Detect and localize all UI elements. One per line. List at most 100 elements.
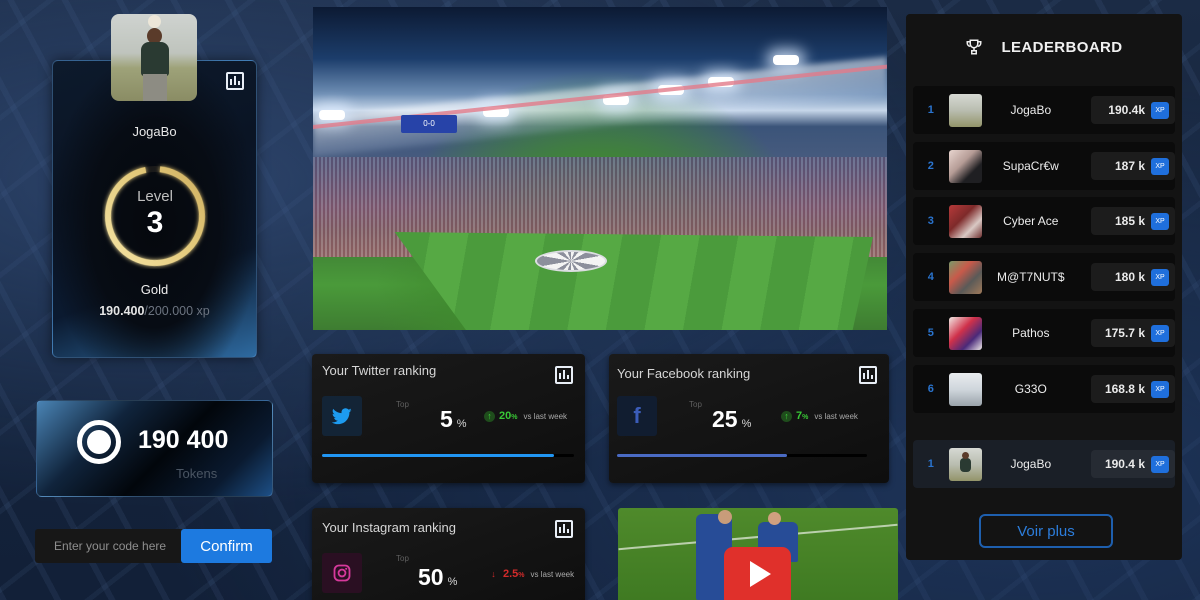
ranking-unit: % (456, 418, 467, 430)
player-head (718, 510, 732, 524)
ranking-title: Your Instagram ranking (322, 520, 456, 535)
leaderboard-row[interactable]: 1 JogaBo 190.4k XP (913, 86, 1175, 134)
arrow-up-icon: ↑ (484, 410, 495, 422)
ranking-progress-track (322, 454, 574, 457)
leaderboard-row[interactable]: 6 G33O 168.8 k XP (913, 365, 1175, 413)
twitter-icon (322, 396, 362, 436)
token-coin-icon (77, 420, 121, 464)
leaderboard-rank: 1 (927, 458, 934, 470)
leaderboard-current-user-row[interactable]: 1 JogaBo 190.4 k XP (913, 440, 1175, 488)
leaderboard-avatar (948, 372, 982, 406)
xp-badge: XP (1151, 268, 1169, 286)
xp-badge: XP (1151, 212, 1169, 230)
level-value: 3 (146, 206, 164, 239)
level-label: Level (137, 188, 173, 205)
xp-badge: XP (1151, 380, 1169, 398)
ranking-progress-fill (617, 454, 787, 457)
arrow-up-icon: ↑ (781, 410, 792, 422)
ranking-number: 25 (712, 406, 738, 432)
leaderboard-row[interactable]: 3 Cyber Ace 185 k XP (913, 197, 1175, 245)
floodlight (773, 55, 799, 65)
tokens-value: 190 400 (138, 426, 229, 454)
leaderboard-score-box: 190.4k XP (1091, 96, 1175, 124)
leaderboard-name: JogaBo (1010, 457, 1052, 471)
leaderboard-score: 168.8 k (1104, 382, 1145, 396)
ranking-number: 50 (418, 564, 444, 590)
ranking-delta: ↑ 20% vs last week (484, 410, 567, 422)
centre-circle-logo (535, 250, 607, 272)
delta-unit: % (518, 572, 525, 579)
xp-current: 190.400 (99, 304, 145, 318)
leaderboard-score: 190.4k (1108, 103, 1145, 117)
bar-chart-icon[interactable] (555, 520, 573, 538)
leaderboard-rank: 4 (927, 271, 934, 283)
ranking-number: 5 (440, 406, 453, 432)
twitter-ranking-card: Your Twitter ranking Top 5% ↑ 20% vs las… (312, 354, 585, 483)
facebook-icon: f (617, 396, 657, 436)
confirm-button[interactable]: Confirm (181, 529, 272, 563)
ranking-progress-track (617, 454, 867, 457)
xp-progress-text: 190.400/200.000 xp (52, 304, 257, 318)
leaderboard-score-box: 185 k XP (1091, 207, 1175, 235)
avatar-photo-legs (143, 74, 167, 101)
leaderboard-score-box: 168.8 k XP (1091, 375, 1175, 403)
leaderboard-rank: 3 (927, 215, 934, 227)
avatar-photo-body (141, 42, 169, 76)
delta-value: 7% (796, 410, 808, 422)
delta-value: 2.5% (503, 568, 525, 580)
instagram-icon (322, 553, 362, 593)
xp-total: /200.000 xp (144, 304, 210, 318)
leaderboard-avatar (948, 260, 982, 294)
tokens-label: Tokens (176, 466, 218, 481)
floodlight (319, 110, 345, 120)
delta-unit: % (511, 414, 518, 421)
stadium-scoreboard: 0-0 (401, 115, 457, 133)
leaderboard-row[interactable]: 2 SupaCr€w 187 k XP (913, 142, 1175, 190)
bar-chart-icon[interactable] (859, 366, 877, 384)
leaderboard-rank: 6 (927, 383, 934, 395)
stadium-roof (313, 56, 887, 158)
delta-value: 20% (499, 410, 517, 422)
leaderboard-name: M@T7NUT$ (997, 270, 1065, 284)
bar-chart-icon[interactable] (555, 366, 573, 384)
leaderboard-row[interactable]: 5 Pathos 175.7 k XP (913, 309, 1175, 357)
leaderboard-rank: 5 (927, 327, 934, 339)
see-more-button[interactable]: Voir plus (979, 514, 1113, 548)
leaderboard-avatar (948, 93, 982, 127)
play-video-button[interactable] (724, 547, 791, 600)
ranking-delta: ↓ 2.5% vs last week (488, 568, 574, 580)
ranking-title: Your Facebook ranking (617, 366, 751, 381)
xp-badge: XP (1151, 101, 1169, 119)
leaderboard-name: JogaBo (1010, 103, 1052, 117)
leaderboard-score-box: 190.4 k XP (1091, 450, 1175, 478)
facebook-ranking-card: Your Facebook ranking f Top 25% ↑ 7% vs … (609, 354, 889, 483)
code-input[interactable] (35, 529, 187, 563)
delta-number: 2.5 (503, 568, 519, 580)
delta-caption: vs last week (530, 569, 575, 579)
player-head (768, 512, 781, 525)
leaderboard-rank: 1 (927, 104, 934, 116)
arrow-down-icon: ↓ (491, 568, 496, 579)
leaderboard-name: Pathos (1012, 326, 1050, 340)
leaderboard-avatar (948, 316, 982, 350)
top-label: Top (396, 554, 409, 563)
ranking-unit: % (447, 576, 458, 588)
delta-number: 20 (499, 410, 512, 422)
top-label: Top (396, 400, 409, 409)
top-label: Top (689, 400, 702, 409)
play-icon (750, 560, 771, 587)
instagram-ranking-card: Your Instagram ranking Top 50% ↓ 2.5% vs… (312, 508, 585, 600)
profile-username: JogaBo (132, 124, 177, 139)
leaderboard-name: SupaCr€w (1002, 159, 1059, 173)
stadium-hero-image: 0-0 (313, 7, 887, 330)
ranking-value: 50% (418, 564, 457, 591)
leaderboard-score: 185 k (1114, 214, 1145, 228)
ranking-value: 25% (712, 406, 751, 433)
xp-badge: XP (1151, 157, 1169, 175)
bar-chart-icon[interactable] (226, 72, 244, 90)
profile-avatar[interactable] (111, 14, 197, 101)
leaderboard-title: LEADERBOARD (1001, 38, 1123, 56)
leaderboard-row[interactable]: 4 M@T7NUT$ 180 k XP (913, 253, 1175, 301)
trophy-icon (966, 39, 982, 55)
leaderboard-score: 190.4 k (1104, 457, 1145, 471)
